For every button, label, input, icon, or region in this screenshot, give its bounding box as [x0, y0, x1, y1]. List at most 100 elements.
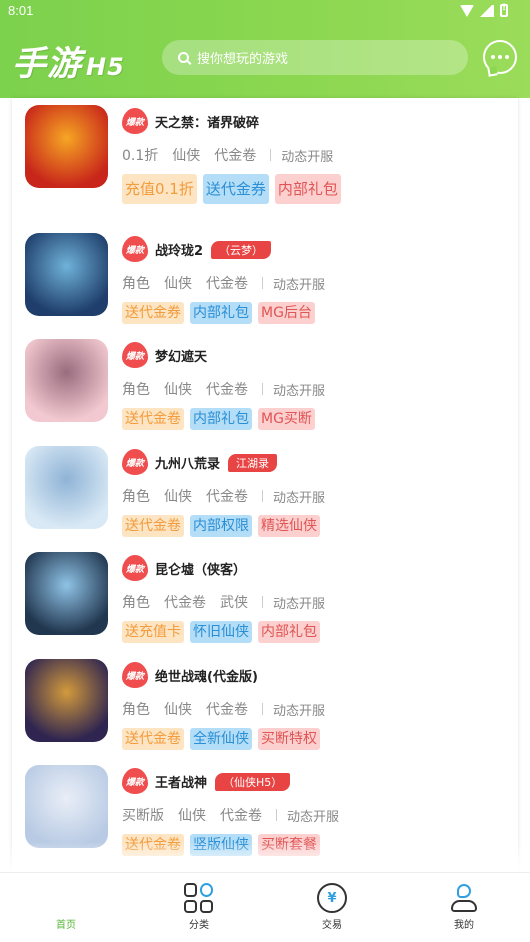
- feature-tag: 买断特权: [258, 728, 320, 750]
- battery-icon: [500, 3, 508, 17]
- feature-tag: 怀旧仙侠: [190, 621, 252, 643]
- profile-icon: [449, 883, 479, 913]
- game-item[interactable]: 爆款 昆仑墟（侠客） 角色 代金卷 武侠 动态开服 送充值卡 怀旧仙侠 内部礼包: [12, 545, 518, 651]
- feature-tag: 内部礼包: [190, 408, 252, 430]
- game-meta-item: 代金卷: [206, 276, 248, 292]
- game-meta-item: 代金卷: [220, 808, 262, 824]
- game-name-row: 天之禁：诸界破碎: [155, 112, 259, 131]
- game-cover-image[interactable]: [25, 446, 108, 529]
- status-icons: [460, 3, 508, 17]
- game-server-info: 动态开服: [273, 277, 326, 293]
- tab-category[interactable]: 分类: [159, 883, 239, 931]
- game-meta-item: 仙侠: [178, 808, 206, 824]
- game-name-row: 九州八荒录 江湖录: [155, 453, 278, 472]
- feature-tag: 内部礼包: [190, 302, 252, 324]
- game-cover-image[interactable]: [25, 552, 108, 635]
- message-button[interactable]: [483, 40, 517, 74]
- game-meta: 角色 仙侠 代金卷 动态开服: [122, 379, 339, 399]
- game-feature-tags: 送代金卷 内部权限 精选仙侠: [122, 515, 320, 537]
- game-meta-item: 仙侠: [172, 148, 201, 164]
- game-name: 九州八荒录: [155, 457, 221, 472]
- top-header: 8:01 手游H5 搜你想玩的游戏: [0, 0, 530, 98]
- signal-icon: [480, 4, 494, 17]
- game-meta-item: 武侠: [220, 595, 248, 611]
- game-name: 战玲珑2: [155, 244, 204, 259]
- feature-tag: 送代金卷: [122, 408, 184, 430]
- feature-tag: MG后台: [258, 302, 315, 324]
- game-item[interactable]: 爆款 九州八荒录 江湖录 角色 仙侠 代金卷 动态开服 送代金卷 内部权限 精选仙侠: [12, 439, 518, 545]
- game-item[interactable]: 爆款 战玲珑2 （云梦） 角色 仙侠 代金卷 动态开服 送代金券 内部礼包 MG后台: [12, 226, 518, 332]
- game-cover-image[interactable]: [25, 339, 108, 422]
- game-meta-item: 代金卷: [206, 382, 248, 398]
- game-tag: （仙侠H5）: [215, 772, 291, 791]
- hot-badge: 爆款: [122, 108, 148, 134]
- tab-profile-label: 我的: [454, 920, 474, 931]
- game-meta-item: 代金卷: [206, 702, 248, 718]
- hot-badge: 爆款: [122, 236, 148, 262]
- game-meta-item: 角色: [122, 382, 150, 398]
- game-cover-image[interactable]: [25, 105, 108, 188]
- game-meta-item: 角色: [122, 595, 150, 611]
- tab-home[interactable]: 首页: [26, 883, 106, 931]
- game-meta-item: 代金卷: [164, 595, 206, 611]
- game-item[interactable]: 爆款 天之禁：诸界破碎 0.1折 仙侠 代金卷 动态开服充值0.1折 送代金券 内部礼包: [12, 98, 518, 204]
- game-meta: 角色 仙侠 代金卷 动态开服: [122, 486, 339, 506]
- meta-divider: [262, 596, 263, 608]
- hot-badge: 爆款: [122, 768, 148, 794]
- feature-tag: 送代金券: [202, 174, 269, 204]
- game-tag: （云梦）: [211, 240, 272, 259]
- trade-icon: ¥: [317, 883, 347, 913]
- feature-tag: 内部礼包: [274, 174, 341, 204]
- game-feature-tags: 充值0.1折 送代金券 内部礼包: [122, 174, 341, 204]
- game-cover-image[interactable]: [25, 659, 108, 742]
- search-icon: [178, 52, 189, 63]
- game-server-info: 动态开服: [281, 149, 334, 165]
- game-name: 天之禁：诸界破碎: [155, 116, 260, 131]
- meta-divider: [262, 277, 263, 289]
- feature-tag: 送代金券: [122, 302, 184, 324]
- wifi-icon: [460, 4, 474, 17]
- meta-divider: [276, 809, 277, 821]
- game-meta-item: 仙侠: [164, 489, 192, 505]
- tab-profile[interactable]: 我的: [424, 883, 504, 931]
- game-meta: 0.1折 仙侠 代金卷 动态开服: [122, 145, 347, 165]
- game-item[interactable]: 爆款 梦幻遮天 角色 仙侠 代金卷 动态开服 送代金卷 内部礼包 MG买断: [12, 332, 518, 438]
- game-tag: 江湖录: [228, 453, 278, 472]
- tab-trade[interactable]: ¥ 交易: [292, 883, 372, 931]
- game-feature-tags: 送充值卡 怀旧仙侠 内部礼包: [122, 621, 320, 643]
- game-feature-tags: 送代金卷 内部礼包 MG买断: [122, 408, 315, 430]
- feature-tag: 全新仙侠: [190, 728, 252, 750]
- search-placeholder: 搜你想玩的游戏: [197, 52, 289, 67]
- search-input[interactable]: 搜你想玩的游戏: [162, 40, 468, 75]
- tab-category-label: 分类: [189, 920, 209, 931]
- game-cover-image[interactable]: [25, 233, 108, 316]
- game-name: 昆仑墟（侠客）: [155, 563, 247, 578]
- chat-dot: [505, 55, 509, 59]
- game-meta-item: 代金卷: [206, 489, 248, 505]
- feature-tag: 内部权限: [190, 515, 252, 537]
- meta-divider: [270, 149, 272, 161]
- meta-divider: [262, 383, 263, 395]
- game-meta-item: 仙侠: [164, 276, 192, 292]
- meta-divider: [262, 490, 263, 502]
- game-server-info: 动态开服: [273, 703, 326, 719]
- game-name-row: 绝世战魂(代金版): [155, 666, 258, 685]
- game-server-info: 动态开服: [273, 383, 326, 399]
- game-cover-image[interactable]: [25, 765, 108, 848]
- meta-divider: [262, 703, 263, 715]
- feature-tag: 精选仙侠: [258, 515, 320, 537]
- game-server-info: 动态开服: [273, 490, 326, 506]
- feature-tag: 送充值卡: [122, 621, 184, 643]
- app-logo[interactable]: 手游 H5: [12, 36, 125, 85]
- hot-badge: 爆款: [122, 555, 148, 581]
- game-meta: 角色 仙侠 代金卷 动态开服: [122, 699, 339, 719]
- game-list[interactable]: 爆款 天之禁：诸界破碎 0.1折 仙侠 代金卷 动态开服 充值0.1折 送代金券 内部礼包 爆款战…: [12, 98, 518, 872]
- hot-badge: 爆款: [122, 342, 148, 368]
- game-name-row: 梦幻遮天: [155, 346, 207, 365]
- feature-tag: 送代金卷: [122, 515, 184, 537]
- feature-tag: 充值0.1折: [122, 174, 197, 204]
- game-meta-item: 仙侠: [164, 702, 192, 718]
- game-item[interactable]: 爆款 绝世战魂(代金版) 角色 仙侠 代金卷 动态开服 送代金卷 全新仙侠 买断特权: [12, 652, 518, 758]
- tab-trade-label: 交易: [322, 920, 342, 931]
- game-feature-tags: 送代金卷 全新仙侠 买断特权: [122, 728, 320, 750]
